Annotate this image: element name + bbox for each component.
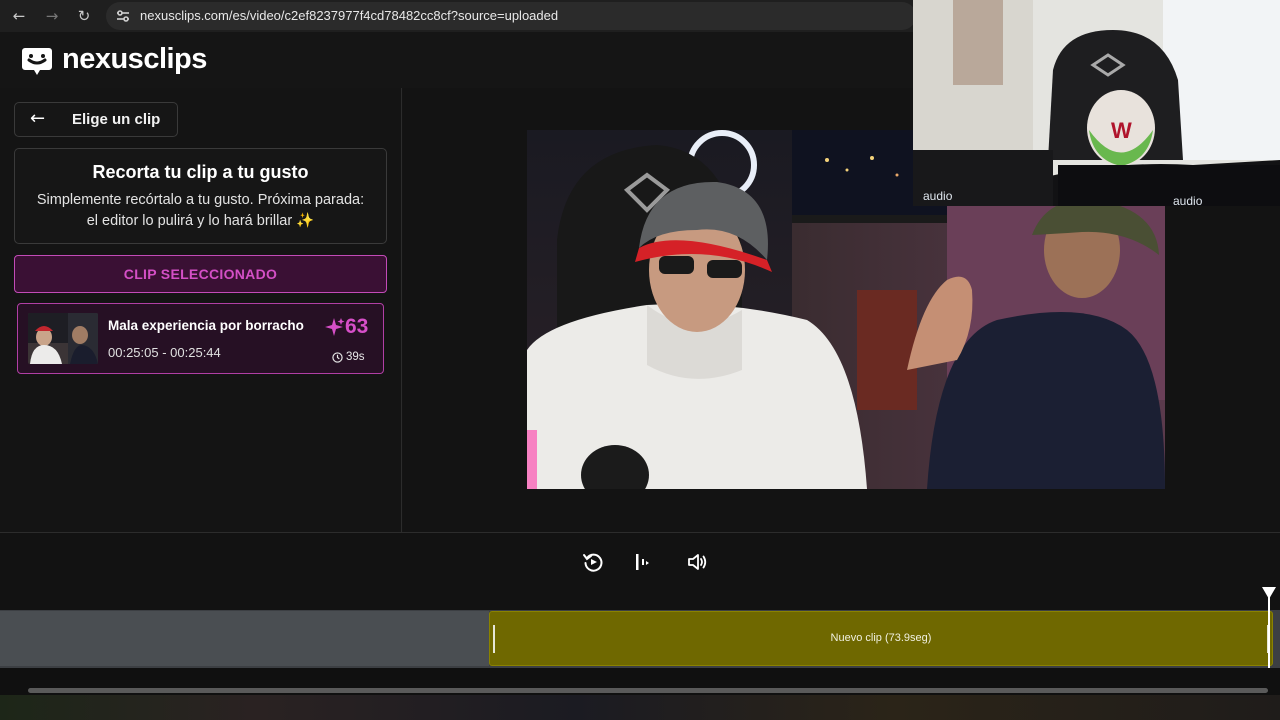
clip-thumbnail <box>28 313 98 364</box>
back-button-label: Elige un clip <box>72 111 161 128</box>
restart-icon[interactable] <box>582 551 604 573</box>
play-pause-icon[interactable] <box>630 551 652 573</box>
info-card-description: Simplemente recórtalo a tu gusto. Próxim… <box>36 192 365 229</box>
clip-title: Mala experiencia por borracho <box>108 318 304 333</box>
svg-text:audio: audio <box>1173 194 1203 206</box>
svg-text:audio: audio <box>923 189 953 203</box>
clock-icon <box>332 352 343 363</box>
timeline-unselected-region[interactable] <box>0 611 489 666</box>
timeline-clip-label: Nuevo clip (73.9seg) <box>830 632 932 644</box>
site-settings-icon[interactable] <box>114 7 132 25</box>
reload-icon[interactable]: ↻ <box>74 6 94 26</box>
nexusclips-logo-icon[interactable] <box>21 47 53 77</box>
info-card-title: Recorta tu clip a tu gusto <box>92 162 309 182</box>
webcam-overlay: W audio audio <box>913 0 1280 206</box>
playhead-marker-icon[interactable] <box>1261 586 1277 600</box>
clip-time-range: 00:25:05 - 00:25:44 <box>108 345 221 360</box>
background-overflow <box>0 695 1280 720</box>
forward-nav-icon[interactable]: → <box>42 6 62 26</box>
sparkle-icon <box>325 318 345 336</box>
volume-icon[interactable] <box>686 551 708 573</box>
svg-text:W: W <box>1111 118 1132 143</box>
timeline-scrollbar[interactable] <box>28 688 1268 693</box>
brand-name[interactable]: nexusclips <box>62 43 207 76</box>
clip-duration: 39s <box>346 351 365 363</box>
url-text[interactable]: nexusclips.com/es/video/c2ef8237977f4cd7… <box>140 8 558 23</box>
back-nav-icon[interactable]: ← <box>9 6 29 26</box>
selected-clip-label: CLIP SELECCIONADO <box>123 266 278 282</box>
arrow-left-icon: ← <box>30 108 46 129</box>
clip-virality-score: 63 <box>345 315 369 338</box>
